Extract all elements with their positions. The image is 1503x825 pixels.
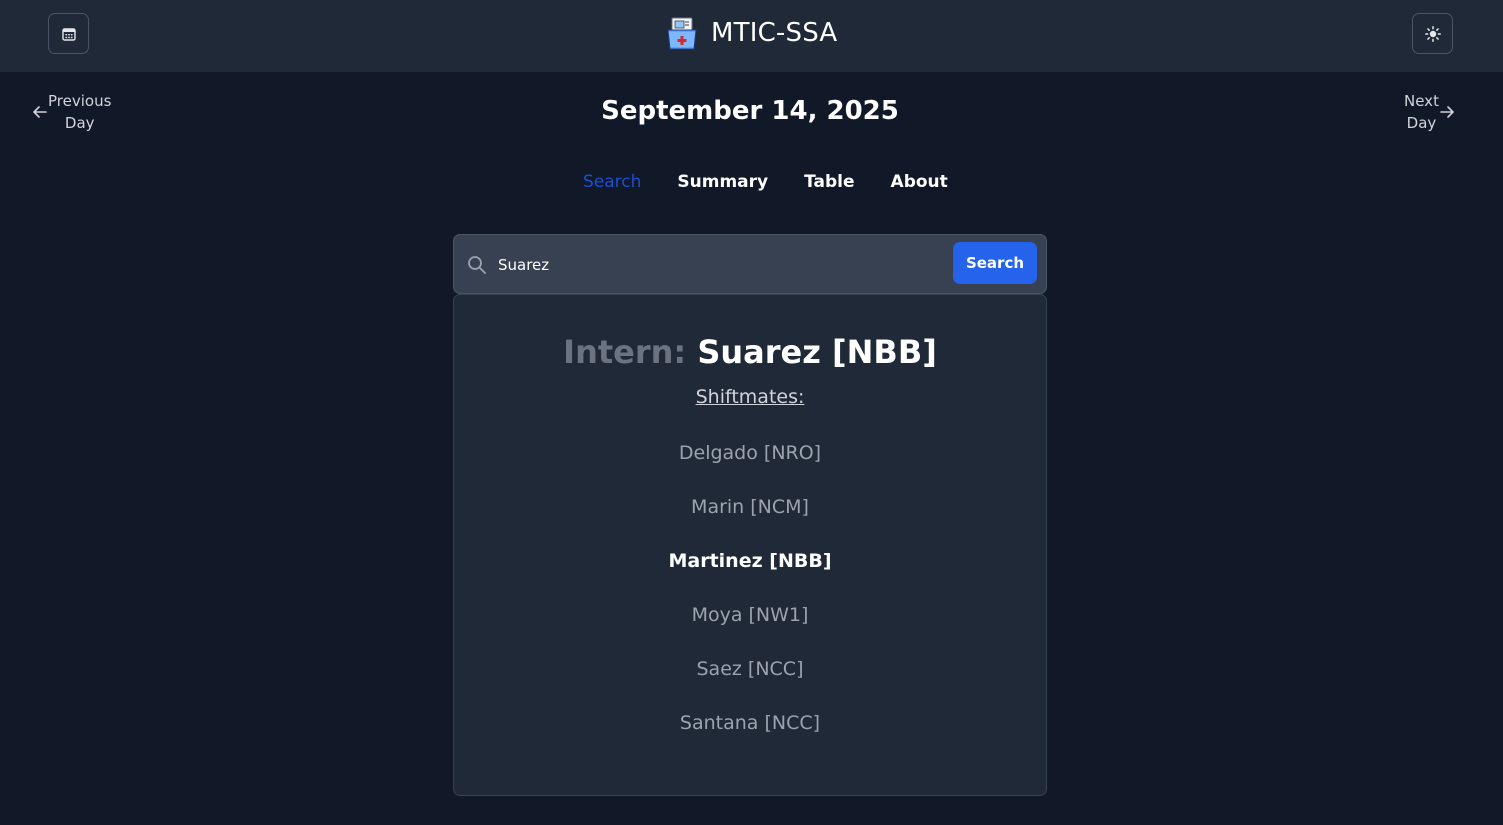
shiftmates-list: Delgado [NRO] Marin [NCM] Martinez [NBB]… — [454, 439, 1046, 763]
list-item: Marin [NCM] — [691, 496, 809, 518]
list-item: Santana [NCC] — [679, 712, 821, 734]
next-day-link[interactable]: Next Day — [1404, 90, 1455, 134]
tab-bar: Search Summary Table About — [583, 172, 948, 192]
theme-toggle-button[interactable] — [1412, 13, 1453, 54]
medical-folder-icon — [667, 17, 697, 50]
search-icon — [468, 256, 486, 274]
list-item: Saez [NCC] — [696, 658, 804, 680]
search-input[interactable] — [498, 251, 938, 279]
tab-summary[interactable]: Summary — [677, 172, 768, 192]
search-result-card: Intern: Suarez [NBB] Shiftmates: Delgado… — [453, 294, 1047, 796]
sun-icon — [1424, 25, 1441, 42]
tab-search[interactable]: Search — [583, 172, 641, 192]
next-day-line1: Next — [1404, 92, 1439, 110]
arrow-right-icon — [1440, 106, 1454, 118]
app-title: MTIC-SSA — [711, 18, 838, 48]
list-item: Martinez [NBB] — [668, 550, 832, 572]
search-button[interactable]: Search — [953, 242, 1037, 284]
next-day-line2: Day — [1406, 114, 1437, 132]
intern-heading: Intern: Suarez [NBB] — [454, 333, 1046, 371]
tab-table[interactable]: Table — [804, 172, 854, 192]
intern-name: Suarez [NBB] — [697, 333, 937, 371]
top-bar: MTIC-SSA — [0, 0, 1503, 72]
list-item: Delgado [NRO] — [678, 442, 822, 464]
shiftmates-heading: Shiftmates: — [695, 386, 805, 408]
brand: MTIC-SSA — [667, 15, 837, 51]
calendar-button[interactable] — [48, 13, 89, 54]
intern-label: Intern: — [563, 333, 687, 371]
calendar-icon — [61, 27, 76, 41]
page-date: September 14, 2025 — [601, 96, 899, 126]
search-bar: Search — [453, 234, 1047, 294]
list-item: Moya [NW1] — [691, 604, 809, 626]
tab-about[interactable]: About — [891, 172, 948, 192]
next-day-label: Next Day — [1404, 90, 1439, 134]
